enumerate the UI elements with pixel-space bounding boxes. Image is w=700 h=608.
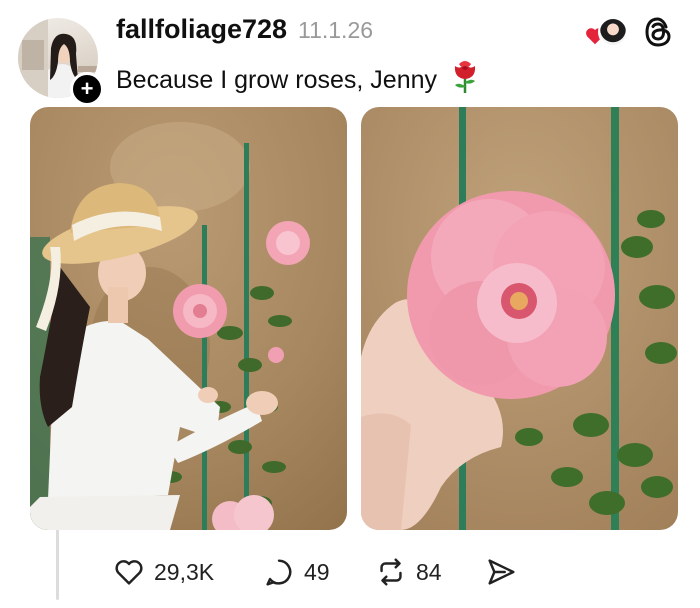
- post-timestamp: 11.1.26: [298, 17, 374, 43]
- repost-icon: [380, 558, 402, 586]
- share-button[interactable]: [484, 555, 518, 589]
- post-caption: Because I grow roses, Jenny: [116, 58, 480, 95]
- username[interactable]: fallfoliage728: [116, 14, 287, 45]
- thread-post: + fallfoliage728 11.1.26 Because I grow …: [0, 0, 700, 608]
- threads-logo-icon[interactable]: [640, 14, 676, 50]
- like-button[interactable]: 29,3K: [112, 555, 262, 589]
- heart-icon: [115, 560, 143, 585]
- post-photo-2[interactable]: [361, 107, 678, 530]
- follow-button[interactable]: +: [70, 72, 104, 106]
- author-avatar-container: +: [18, 18, 104, 106]
- post-photo-1[interactable]: [30, 107, 347, 530]
- reply-count: 49: [304, 558, 330, 585]
- send-icon: [488, 559, 515, 585]
- repost-button[interactable]: 84: [374, 555, 484, 589]
- photo-woman-roses: [30, 107, 347, 530]
- repost-count: 84: [416, 558, 442, 585]
- liker-avatar: [598, 17, 628, 47]
- rose-emoji-icon: [454, 61, 476, 93]
- reply-button[interactable]: 49: [262, 555, 374, 589]
- photo-hand-rose: [361, 107, 678, 530]
- reply-icon: [266, 559, 292, 586]
- liked-by-badge[interactable]: [584, 15, 630, 49]
- post-actions: 29,3K 49 84: [112, 552, 518, 592]
- like-count: 29,3K: [154, 558, 215, 585]
- caption-text: Because I grow roses, Jenny: [116, 66, 437, 94]
